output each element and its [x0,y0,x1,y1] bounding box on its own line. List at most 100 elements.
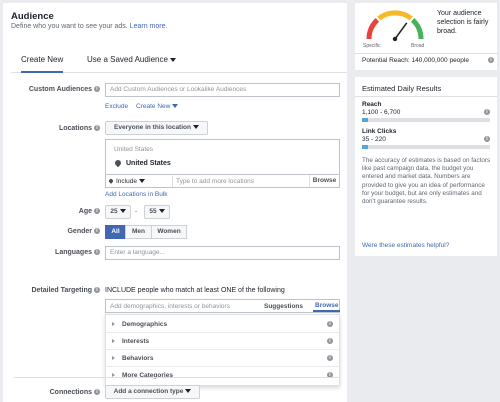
audience-tabs: Create New Use a Saved Audience [11,47,347,73]
gauge-green-segment [410,18,424,40]
gauge-red-segment [366,18,380,40]
gauge-yellow-segment [377,10,413,21]
audience-title: Audience [11,11,54,22]
age-separator: - [135,208,138,215]
info-icon: i [94,228,100,235]
category-name: Interests [122,338,150,345]
info-icon: i [488,57,494,63]
potential-reach: Potential Reach: 140,000,000 people i [362,57,494,64]
age-min-dropdown[interactable]: 25 [105,205,131,219]
include-dropdown[interactable]: Include [108,178,145,185]
chevron-right-icon [112,356,115,360]
age-max-dropdown[interactable]: 55 [144,205,170,219]
category-name: Behaviors [122,355,154,362]
divider [355,96,497,97]
custom-audiences-input[interactable]: Add Custom Audiences or Lookalike Audien… [105,83,340,97]
learn-more-link[interactable]: Learn more. [130,23,168,30]
gender-men-button[interactable]: Men [125,225,152,239]
category-row-demographics[interactable]: Demographics i [106,317,339,333]
detailed-targeting-label: Detailed Targeting i [8,287,100,294]
info-icon: i [94,125,100,132]
gauge-broad-label: Broad [411,43,425,49]
info-icon[interactable]: i [327,338,333,344]
custom-audiences-label: Custom Audiences i [8,86,100,93]
add-locations-bulk-link[interactable]: Add Locations in Bulk [105,191,168,198]
caret-down-icon [158,209,165,214]
reach-bar [362,118,490,122]
selected-location: United States [126,160,171,167]
audience-breadth-text: Your audience selection is fairly broad. [437,10,489,35]
gauge-specific-label: Specific [363,43,381,49]
age-label: Age i [8,208,100,215]
location-pin-icon [108,178,114,184]
suggestions-button[interactable]: Suggestions [264,303,303,310]
estimates-disclaimer: The accuracy of estimates is based on fa… [362,157,491,206]
info-icon: i [484,109,490,115]
gender-label: Gender i [8,228,100,235]
info-icon[interactable]: i [327,355,333,361]
location-browse-button[interactable]: Browse [309,175,339,187]
gauge-needle-hub [392,36,398,42]
category-row-interests[interactable]: Interests i [106,334,339,350]
caret-down-icon [119,209,126,214]
info-icon: i [484,136,490,142]
caret-down-icon [192,125,199,130]
category-name: Demographics [122,321,168,328]
estimates-helpful-link[interactable]: Were these estimates helpful? [362,242,449,249]
caret-down-icon [172,104,179,109]
reach-value: 1,100 - 6,700 [362,109,401,116]
tab-use-saved-audience[interactable]: Use a Saved Audience [87,55,176,64]
reach-bar-fill [362,118,369,122]
gauge-needle [394,22,408,40]
location-type-dropdown[interactable]: Everyone in this location [105,121,208,135]
detailed-targeting-input[interactable]: Add demographics, interests or behaviors [110,303,230,310]
location-search-input[interactable]: Type to add more locations [176,178,254,185]
category-row-more[interactable]: More Categories i [106,368,339,384]
audience-size-gauge [366,10,424,42]
tab-use-saved-audience-label: Use a Saved Audience [87,55,168,64]
browse-tab[interactable]: Browse [313,300,341,312]
estimated-results-panel: Estimated Daily Results Reach 1,100 - 6,… [355,77,497,256]
info-icon: i [94,86,100,93]
link-clicks-label: Link Clicks [362,128,397,135]
divider [14,377,340,378]
gender-all-button[interactable]: All [105,225,126,239]
audience-panel: Audience Define who you want to see your… [3,3,347,402]
include-criteria-text: INCLUDE people who match at least ONE of… [105,287,285,294]
languages-label: Languages i [8,249,100,256]
link-clicks-bar [362,145,490,149]
estimated-results-title: Estimated Daily Results [362,84,442,93]
add-connection-type-dropdown[interactable]: Add a connection type [105,385,200,399]
info-icon: i [94,249,100,256]
detailed-targeting-bar: Add demographics, interests or behaviors… [105,299,341,313]
location-search-bar: Include Type to add more locations Brows… [105,174,340,188]
languages-input[interactable]: Enter a language... [105,246,340,260]
divider [355,53,497,54]
divider [172,176,173,187]
info-icon: i [94,389,100,396]
location-pin-icon [113,158,123,168]
tab-create-new[interactable]: Create New [21,55,64,73]
caret-down-icon [138,179,145,184]
link-clicks-value: 35 - 220 [362,136,386,143]
caret-down-icon [169,57,176,62]
chevron-right-icon [112,339,115,343]
info-icon: i [94,287,100,294]
audience-subtitle: Define who you want to see your ads. Lea… [11,23,167,30]
info-icon[interactable]: i [327,321,333,327]
audience-subtitle-text: Define who you want to see your ads. [11,23,128,30]
audience-size-panel: Specific Broad Your audience selection i… [355,3,497,70]
reach-label: Reach [362,101,382,108]
category-row-behaviors[interactable]: Behaviors i [106,351,339,367]
location-country-header: United States [114,146,154,153]
caret-down-icon [185,389,192,394]
info-icon: i [94,208,100,215]
connections-label: Connections i [8,389,100,396]
locations-label: Locations i [8,125,100,132]
exclude-link[interactable]: Exclude [105,103,128,110]
link-clicks-bar-fill [362,145,369,149]
gender-women-button[interactable]: Women [151,225,187,239]
create-new-link[interactable]: Create New [136,103,179,110]
targeting-categories-dropdown: Demographics i Interests i Behaviors i M… [105,314,340,386]
chevron-right-icon [112,322,115,326]
